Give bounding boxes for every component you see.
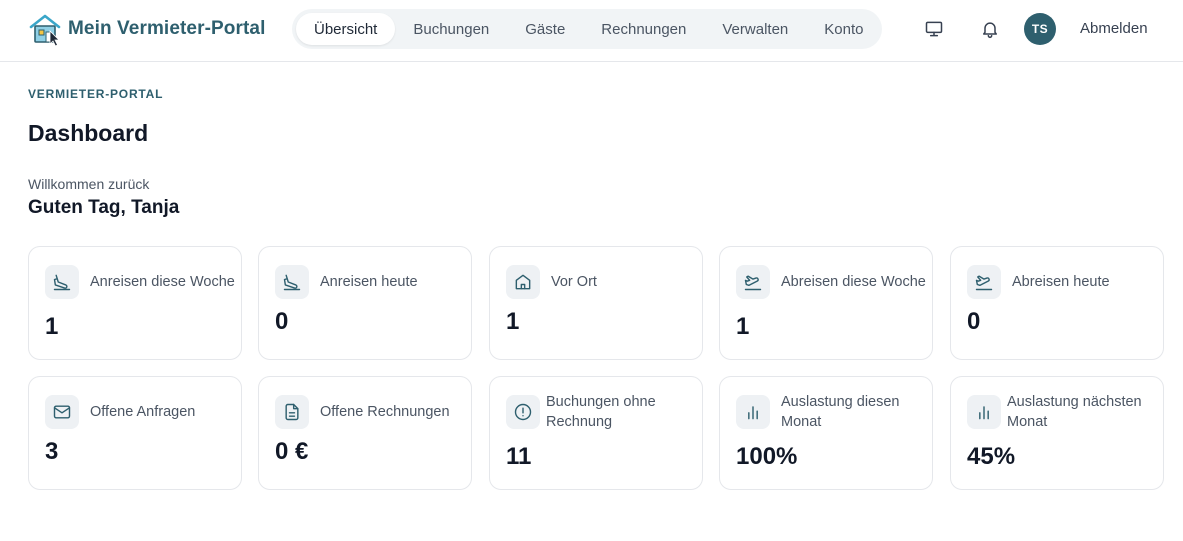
page-title: Dashboard xyxy=(28,120,149,146)
arrival-icon xyxy=(275,265,309,299)
stat-label: Offene Anfragen xyxy=(90,404,196,420)
page-eyebrow: VERMIETER-PORTAL xyxy=(28,87,164,101)
tab-konto[interactable]: Konto xyxy=(806,13,881,45)
stat-value: 45% xyxy=(967,443,1016,470)
stat-label: Buchungen ohne Rechnung xyxy=(546,394,656,430)
bell-icon[interactable] xyxy=(977,16,1003,42)
tab-gaeste[interactable]: Gäste xyxy=(507,13,583,45)
tab-buchungen[interactable]: Buchungen xyxy=(395,13,507,45)
stat-card-offene-anfragen[interactable]: Offene Anfragen 3 xyxy=(28,376,242,490)
app-name: Mein Vermieter-Portal xyxy=(68,18,266,39)
stat-value: 1 xyxy=(736,313,750,340)
stat-card-auslastung-dieser-monat[interactable]: Auslastung diesen Monat 100% xyxy=(719,376,933,490)
stat-label: Vor Ort xyxy=(551,274,597,290)
stat-label: Auslastung diesen Monat xyxy=(781,394,900,430)
departure-icon xyxy=(967,265,1001,299)
stat-value: 3 xyxy=(45,438,59,465)
main-nav: Übersicht Buchungen Gäste Rechnungen Ver… xyxy=(292,9,882,49)
stat-value: 0 xyxy=(967,308,981,335)
tab-rechnungen[interactable]: Rechnungen xyxy=(583,13,704,45)
arrival-icon xyxy=(45,265,79,299)
stat-card-anreisen-heute[interactable]: Anreisen heute 0 xyxy=(258,246,472,360)
stat-label: Anreisen heute xyxy=(320,274,418,290)
tab-uebersicht[interactable]: Übersicht xyxy=(296,13,396,45)
stat-card-buchungen-ohne-rechnung[interactable]: Buchungen ohne Rechnung 11 xyxy=(489,376,703,490)
bar-chart-icon xyxy=(967,395,1001,429)
stat-value: 100% xyxy=(736,443,798,470)
welcome-text: Willkommen zurück xyxy=(28,176,150,192)
brand[interactable]: Mein Vermieter-Portal xyxy=(28,12,266,47)
stat-value: 11 xyxy=(506,443,532,470)
stat-label: Abreisen heute xyxy=(1012,274,1110,290)
stat-card-offene-rechnungen[interactable]: Offene Rechnungen 0 € xyxy=(258,376,472,490)
departure-icon xyxy=(736,265,770,299)
stat-label: Auslastung nächsten Monat xyxy=(1007,394,1142,430)
greeting-text: Guten Tag, Tanja xyxy=(28,197,180,218)
stat-value: 1 xyxy=(45,313,59,340)
mail-icon xyxy=(45,395,79,429)
stat-value: 0 xyxy=(275,308,289,335)
stat-card-abreisen-heute[interactable]: Abreisen heute 0 xyxy=(950,246,1164,360)
avatar[interactable]: TS xyxy=(1024,13,1056,45)
alert-circle-icon xyxy=(506,395,540,429)
house-cursor-icon xyxy=(28,12,62,47)
tab-verwalten[interactable]: Verwalten xyxy=(704,13,806,45)
document-icon xyxy=(275,395,309,429)
home-icon xyxy=(506,265,540,299)
stat-label: Offene Rechnungen xyxy=(320,404,450,420)
stat-card-abreisen-woche[interactable]: Abreisen diese Woche 1 xyxy=(719,246,933,360)
stat-card-vor-ort[interactable]: Vor Ort 1 xyxy=(489,246,703,360)
logout-button[interactable]: Abmelden xyxy=(1080,20,1148,37)
stat-value: 0 € xyxy=(275,438,309,465)
stat-card-anreisen-woche[interactable]: Anreisen diese Woche 1 xyxy=(28,246,242,360)
stat-label: Abreisen diese Woche xyxy=(781,274,926,290)
stat-value: 1 xyxy=(506,308,520,335)
top-bar: Mein Vermieter-Portal Übersicht Buchunge… xyxy=(0,0,1183,62)
stat-label: Anreisen diese Woche xyxy=(90,274,235,290)
stat-card-auslastung-naechster-monat[interactable]: Auslastung nächsten Monat 45% xyxy=(950,376,1164,490)
bar-chart-icon xyxy=(736,395,770,429)
monitor-icon[interactable] xyxy=(921,16,947,42)
